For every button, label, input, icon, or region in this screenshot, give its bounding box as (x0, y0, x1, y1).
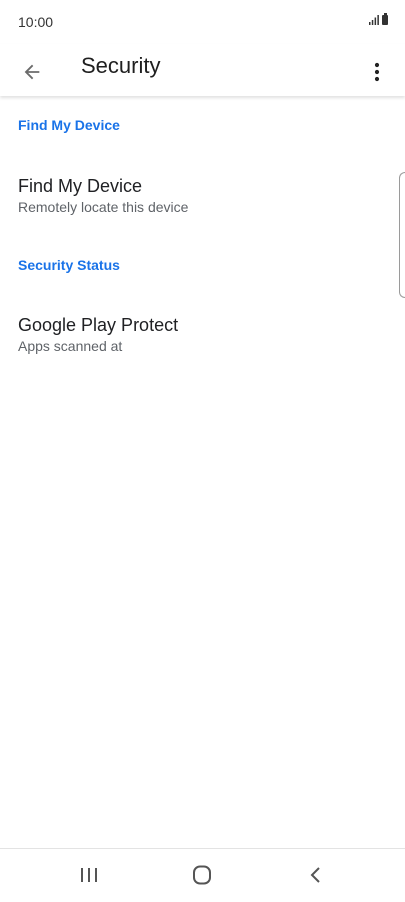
more-vert-icon (374, 62, 380, 82)
section-header-security-status: Security Status (18, 257, 120, 273)
arrow-back-icon (24, 64, 40, 80)
pref-summary: Remotely locate this device (18, 199, 189, 215)
pref-title: Google Play Protect (18, 315, 179, 335)
back-chevron-icon (310, 867, 320, 883)
signal-icon (369, 15, 379, 25)
status-icons (369, 13, 388, 25)
recents-button[interactable] (69, 857, 109, 893)
status-time: 10:00 (18, 14, 54, 30)
navigation-bar (0, 849, 405, 902)
battery-icon (382, 13, 388, 25)
home-icon (193, 865, 211, 885)
recents-icon (81, 868, 97, 882)
back-button[interactable] (12, 52, 52, 92)
nav-back-button[interactable] (296, 857, 336, 893)
more-options-button[interactable] (357, 52, 397, 92)
edge-scroll-handle[interactable] (399, 172, 405, 298)
section-header-find-my-device: Find My Device (18, 117, 120, 133)
pref-item-find-my-device[interactable]: Find My Device Remotely locate this devi… (0, 168, 395, 232)
status-bar: 10:00 (0, 0, 405, 44)
pref-summary: Apps scanned at (18, 338, 123, 354)
security-settings-screen: 10:00 Security Find My Device Find My De… (0, 0, 405, 902)
pref-item-google-play-protect[interactable]: Google Play Protect Apps scanned at (0, 307, 395, 371)
home-button[interactable] (182, 857, 222, 893)
page-title: Security (81, 53, 161, 78)
pref-title: Find My Device (18, 176, 143, 196)
app-bar: Security (0, 44, 405, 96)
